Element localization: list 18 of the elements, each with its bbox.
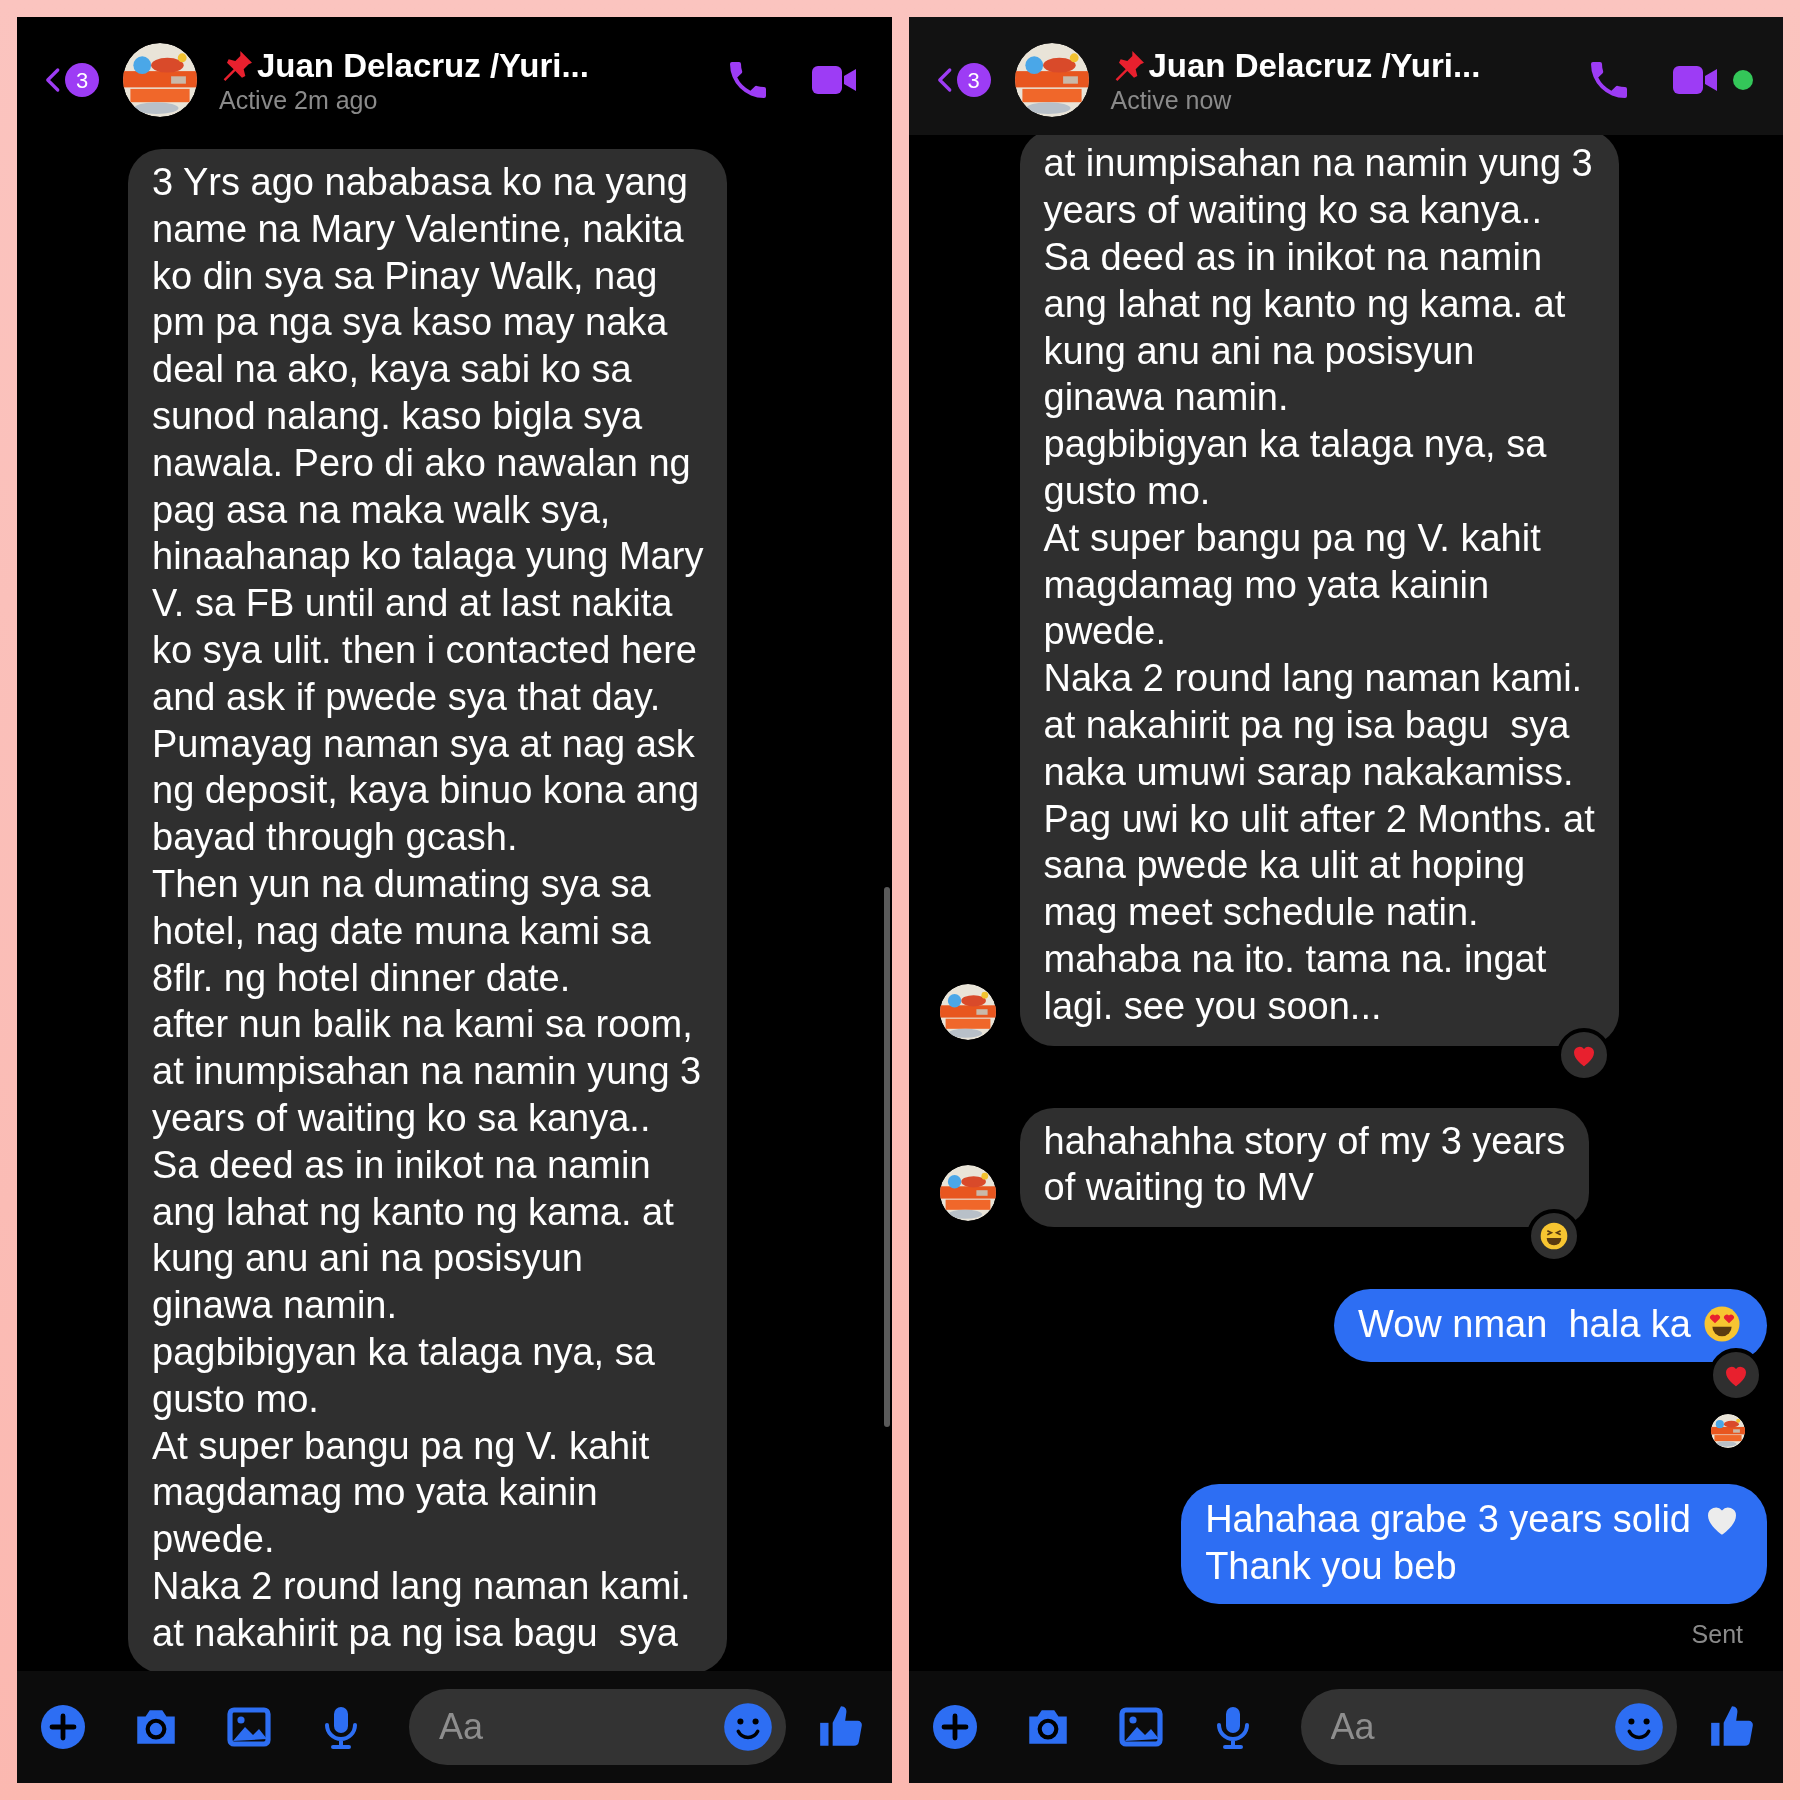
- active-status: Active now: [1110, 86, 1233, 114]
- sent-receipt: Sent: [1691, 1618, 1743, 1650]
- message-text: 3 Yrs ago nababasa ko na yang name na Mary Valentine, nakita ko din sya sa Pinay Walk, nag pm pa nga sya kaso may naka deal na ako, kaya sabi ko sa sunod nalang. kaso bigla sya nawala. Pero di ako nawalan ng pag asa na maka walk sya, hinaahanap ko talaga yung Mary V. sa FB until and at last nakita ko sya ulit. then i contacted here and ask if pwede sya that day. Pumayag naman sya at nag ask ng deposit, kaya binuo kona ang bayad through gcash. Then yun na dumating sya sa hotel, nag date muna kami sa 8flr. ng hotel dinner date. after nun balik na kami sa room, at inumpisahan na namin yung 3 years of waiting ko sa kanya.. Sa deed as in inikot na namin ang lahat ng kanto ng kama. at kung anu ani na posisyun ginawa namin. pagbibigyan ka talaga nya, sa gusto mo. At super bangu pa ng V. kahit magdamag mo yata kainin pwede. Naka 2 round lang naman kami. at nakahirit pa ng isa bagu sya: [152, 160, 704, 1656]
- emoji-icon[interactable]: [721, 1701, 774, 1753]
- message-field[interactable]: Aa: [409, 1689, 786, 1765]
- contact-name: Juan Delacruz /Yuri...: [257, 46, 589, 86]
- message-text: at inumpisahan na namin yung 3 years of waiting ko sa kanya.. Sa deed as in inikot na namin ang lahat ng kanto ng kama. at kung anu ani na posisyun ginawa namin. pagbibigyan ka talaga nya, sa gusto mo. At super bangu pa ng V. kahit magdamag mo yata kainin pwede. Naka 2 round lang naman kami. at nakahirit pa ng isa bagu sya naka umuwi sarap nakakamiss. Pag uwi ko ulit after 2 Months. at sana pwede ka ulit at hoping mag meet schedule natin. mahaba na ito. tama na. ingat lagi. see you soon...: [1043, 141, 1595, 1029]
- plus-icon[interactable]: [39, 1703, 87, 1751]
- message-text: Hahahaa grabe 3 years solid Thank you beb: [1205, 1496, 1691, 1589]
- message-field[interactable]: Aa: [1300, 1689, 1677, 1765]
- contact-name: Juan Delacruz /Yuri...: [1148, 46, 1481, 86]
- emoji-icon[interactable]: [1613, 1701, 1665, 1753]
- unread-count-badge: 3: [65, 63, 99, 97]
- active-status: Active 2m ago: [219, 86, 379, 114]
- plus-icon[interactable]: [930, 1703, 979, 1751]
- message-text: Wow nman hala ka: [1357, 1302, 1691, 1348]
- unread-count-badge: 3: [956, 63, 991, 97]
- message-text: hahahahha story of my 3 years of waiting to MV: [1043, 1118, 1566, 1211]
